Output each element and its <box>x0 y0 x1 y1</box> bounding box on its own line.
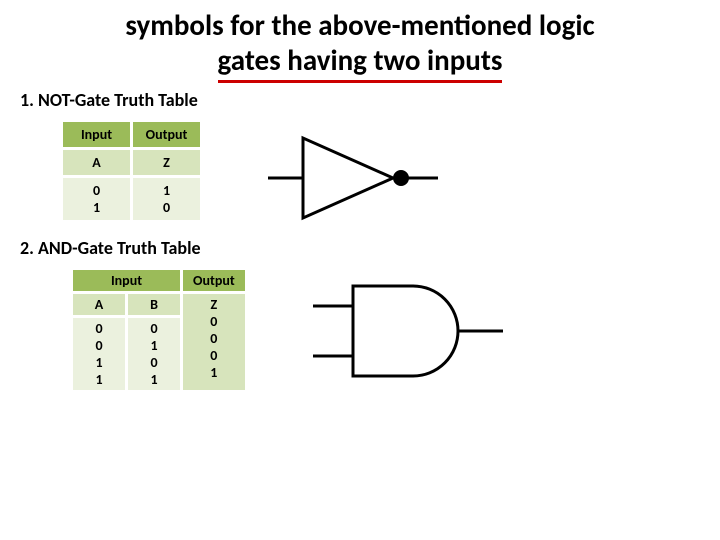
and-table-sub-a: A <box>72 292 127 316</box>
and-table-cell-b: 0 1 0 1 <box>127 316 182 391</box>
and-table-cell-a: 0 0 1 1 <box>72 316 127 391</box>
not-table-cell-z: 1 0 <box>132 176 202 221</box>
and-gate-heading: 2. AND-Gate Truth Table <box>20 237 700 259</box>
and-gate-truth-table: Input Output A B Z 0 0 0 1 0 0 1 <box>70 267 248 393</box>
not-gate-symbol-icon <box>263 123 443 233</box>
title-line-2: gates having two inputs <box>218 43 503 83</box>
and-gate-block: Input Output A B Z 0 0 0 1 0 0 1 <box>20 267 700 393</box>
title-line-1: symbols for the above-mentioned logic <box>125 7 594 43</box>
and-table-cell-z: Z 0 0 0 1 <box>182 292 247 391</box>
and-table-sub-b: B <box>127 292 182 316</box>
not-table-sub-z: Z <box>132 148 202 176</box>
not-table-header-output: Output <box>132 120 202 148</box>
page-title: symbols for the above-mentioned logic ga… <box>20 8 700 83</box>
not-table-sub-a: A <box>62 148 132 176</box>
not-gate-heading: 1. NOT-Gate Truth Table <box>20 89 700 111</box>
not-table-header-input: Input <box>62 120 132 148</box>
not-table-cell-a: 0 1 <box>62 176 132 221</box>
not-gate-truth-table: Input Output A Z 0 1 1 0 <box>60 119 203 223</box>
and-table-header-input: Input <box>72 268 182 292</box>
and-gate-symbol-icon <box>308 271 508 391</box>
not-gate-block: Input Output A Z 0 1 1 0 <box>20 119 700 233</box>
and-table-header-output: Output <box>182 268 247 292</box>
